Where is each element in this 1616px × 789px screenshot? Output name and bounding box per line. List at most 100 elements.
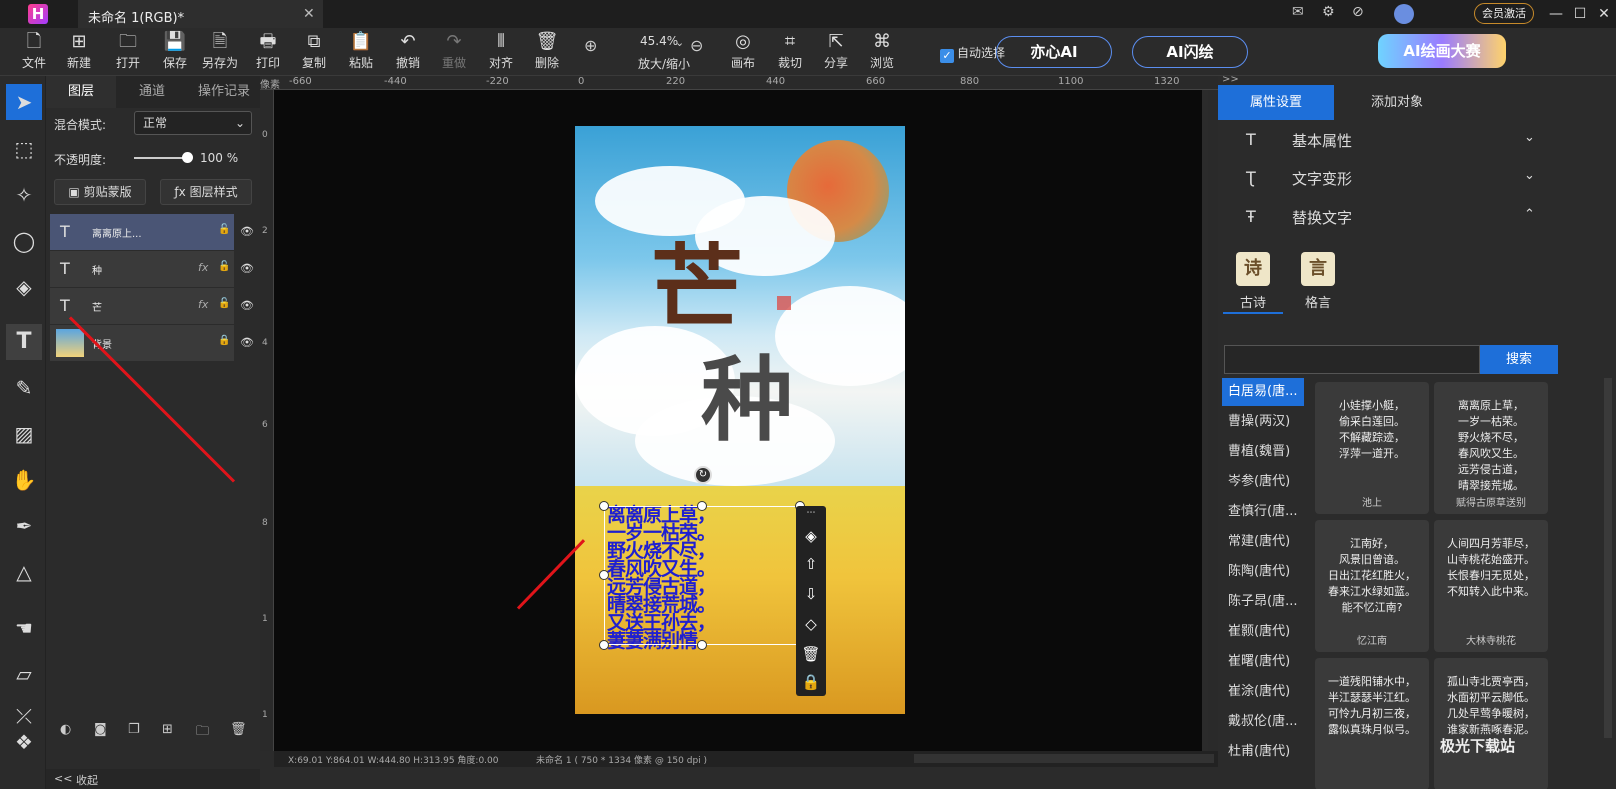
layer-row[interactable]: 背景 🔒	[50, 325, 234, 361]
avatar[interactable]	[1394, 4, 1414, 24]
folder-icon[interactable]: 🗀	[196, 722, 209, 744]
tab-layers[interactable]: 图层	[46, 76, 116, 108]
eye-icon[interactable]: 👁	[236, 214, 258, 250]
hand-tool-icon[interactable]: ☚	[6, 610, 42, 646]
eye-icon[interactable]: 👁	[236, 251, 258, 287]
close-window-icon[interactable]: ✕	[1594, 4, 1614, 24]
resize-handle[interactable]	[599, 501, 609, 511]
layer-row[interactable]: T 种 fx 🔓	[50, 251, 234, 287]
poet-item[interactable]: 杜甫(唐代)	[1222, 738, 1304, 766]
stamp-tool-icon[interactable]: ✋	[6, 462, 42, 498]
lock-icon[interactable]: 🔓	[218, 224, 230, 235]
search-button[interactable]: 搜索	[1480, 345, 1558, 374]
trash-icon[interactable]: 🗑	[230, 722, 247, 737]
align-button[interactable]: ⫴ 对齐	[479, 28, 523, 76]
poet-item[interactable]: 常建(唐代)	[1222, 528, 1304, 556]
poem-card[interactable]: 离离原上草， 一岁一枯荣。 野火烧不尽， 春风吹又生。 远芳侵古道， 晴翠接荒城…	[1434, 382, 1548, 514]
category-ancient-poems[interactable]: 诗古诗	[1223, 252, 1283, 314]
zoom-in-icon[interactable]: ⊕	[584, 36, 597, 55]
canvas-button[interactable]: ◎ 画布	[721, 28, 765, 76]
clipping-mask-button[interactable]: ▣ 剪贴蒙版	[54, 179, 146, 205]
zoom-out-icon[interactable]: ⊖	[690, 36, 703, 55]
save-button[interactable]: 💾 保存	[153, 28, 197, 76]
poem-card[interactable]: 小娃撑小艇， 偷采白莲回。 不解藏踪迹， 浮萍一道开。 池上	[1315, 382, 1429, 514]
lock-icon[interactable]: 🔒	[796, 668, 826, 696]
poet-item[interactable]: 崔曙(唐代)	[1222, 648, 1304, 676]
brush-tool-icon[interactable]: ✎	[6, 370, 42, 406]
horizontal-scrollbar[interactable]	[914, 754, 1214, 763]
section-text-warp[interactable]: Ʈ 文字变形 ⌄	[1218, 158, 1616, 196]
layer-row[interactable]: T 离离原上... 🔓	[50, 214, 234, 250]
paste-button[interactable]: 📋 粘贴	[339, 28, 383, 76]
poet-item[interactable]: 陈子昂(唐...	[1222, 588, 1304, 616]
section-basic-properties[interactable]: T 基本属性 ⌄	[1218, 120, 1616, 158]
poet-item[interactable]: 戴叔伦(唐...	[1222, 708, 1304, 736]
close-tab-icon[interactable]: ✕	[303, 6, 315, 22]
eye-icon[interactable]: 👁	[236, 325, 258, 361]
paint-bucket-icon[interactable]: ◈	[6, 269, 42, 305]
send-to-back-icon[interactable]: ◇	[796, 610, 826, 638]
browse-button[interactable]: ⌘ 浏览	[860, 28, 904, 76]
resize-handle[interactable]	[697, 501, 707, 511]
search-input[interactable]	[1224, 345, 1480, 374]
redo-button[interactable]: ↷ 重做	[432, 28, 476, 76]
poet-item[interactable]: 崔颢(唐代)	[1222, 618, 1304, 646]
poet-item[interactable]: 曹植(魏晋)	[1222, 438, 1304, 466]
eye-icon[interactable]: 👁	[236, 288, 258, 324]
opacity-slider[interactable]	[134, 157, 186, 159]
open-button[interactable]: 🗀 打开	[106, 28, 150, 76]
poet-item[interactable]: 陈陶(唐代)	[1222, 558, 1304, 586]
marquee-tool-icon[interactable]: ⬚	[6, 131, 42, 167]
text-tool-icon[interactable]: T	[6, 324, 42, 360]
mail-icon[interactable]: ✉	[1292, 4, 1304, 20]
tab-add-object[interactable]: 添加对象	[1334, 85, 1460, 120]
save-as-button[interactable]: 🗎 另存为	[198, 28, 242, 76]
pen-tool-icon[interactable]: ✒	[6, 508, 42, 544]
lasso-tool-icon[interactable]: ◯	[6, 223, 42, 259]
poet-item[interactable]: 查慎行(唐...	[1222, 498, 1304, 526]
vip-activate-button[interactable]: 会员激活	[1474, 3, 1534, 24]
layer-row[interactable]: T 芒 fx 🔓	[50, 288, 234, 324]
move-tool-icon[interactable]: ➤	[6, 84, 42, 120]
expand-panel-icon[interactable]: >>	[1222, 74, 1239, 85]
share-button[interactable]: ⇱ 分享	[814, 28, 858, 76]
yixin-ai-button[interactable]: 亦心AI	[996, 36, 1112, 68]
file-button[interactable]: 🗋 文件	[12, 28, 56, 76]
poet-item[interactable]: 白居易(唐...	[1222, 378, 1304, 406]
poem-card[interactable]: 一道残阳铺水中， 半江瑟瑟半江红。 可怜九月初三夜， 露似真珠月似弓。	[1315, 658, 1429, 789]
lock-icon[interactable]: 🔒	[218, 335, 230, 346]
tab-history[interactable]: 操作记录	[188, 76, 260, 108]
lock-icon[interactable]: 🔓	[218, 298, 230, 309]
send-backward-icon[interactable]: ⇩	[796, 580, 826, 608]
vertical-scrollbar[interactable]	[1208, 90, 1218, 751]
poem-card[interactable]: 孤山寺北贾亭西， 水面初平云脚低。 几处早莺争暖树， 谁家新燕啄春泥。	[1434, 658, 1548, 789]
rotate-handle-icon[interactable]: ↻	[694, 466, 712, 484]
lock-icon[interactable]: 🔓	[218, 261, 230, 272]
drag-handle-icon[interactable]: ⋯	[796, 506, 826, 520]
resize-handle[interactable]	[599, 640, 609, 650]
zoom-value[interactable]: 45.4%	[640, 34, 678, 48]
poet-item[interactable]: 曹操(两汉)	[1222, 408, 1304, 436]
eraser-tool-icon[interactable]: ▨	[6, 416, 42, 452]
tab-properties[interactable]: 属性设置	[1218, 85, 1334, 120]
poet-item[interactable]: 崔涂(唐代)	[1222, 678, 1304, 706]
copy-button[interactable]: ⧉ 复制	[292, 28, 336, 76]
adjustment-icon[interactable]: ◐	[60, 722, 71, 737]
magic-wand-icon[interactable]: ✧	[6, 177, 42, 213]
ai-flash-draw-button[interactable]: AI闪绘	[1132, 36, 1248, 68]
poem-card[interactable]: 江南好， 风景旧曾谙。 日出江花红胜火， 春来江水绿如蓝。 能不忆江南? 忆江南	[1315, 520, 1429, 652]
poem-card[interactable]: 人间四月芳菲尽， 山寺桃花始盛开。 长恨春归无觅处， 不知转入此中来。 大林寺桃花	[1434, 520, 1548, 652]
layers-toggle-icon[interactable]: ❖	[6, 724, 42, 760]
delete-button[interactable]: 🗑 删除	[525, 28, 569, 76]
mask-icon[interactable]: ◙	[94, 722, 107, 737]
panel-scrollbar[interactable]	[1604, 378, 1612, 738]
collapse-bar[interactable]: << 收起	[46, 769, 260, 789]
section-replace-text[interactable]: Ŧ 替换文字 ⌃	[1218, 197, 1616, 235]
new-layer-icon[interactable]: ⊞	[162, 722, 173, 737]
maximize-icon[interactable]: ☐	[1570, 4, 1590, 24]
resize-handle[interactable]	[599, 570, 609, 580]
undo-button[interactable]: ↶ 撤销	[386, 28, 430, 76]
layer-style-button[interactable]: ƒx 图层样式	[160, 179, 252, 205]
selection-box[interactable]	[604, 506, 801, 645]
category-quotes[interactable]: 言格言	[1288, 252, 1348, 314]
